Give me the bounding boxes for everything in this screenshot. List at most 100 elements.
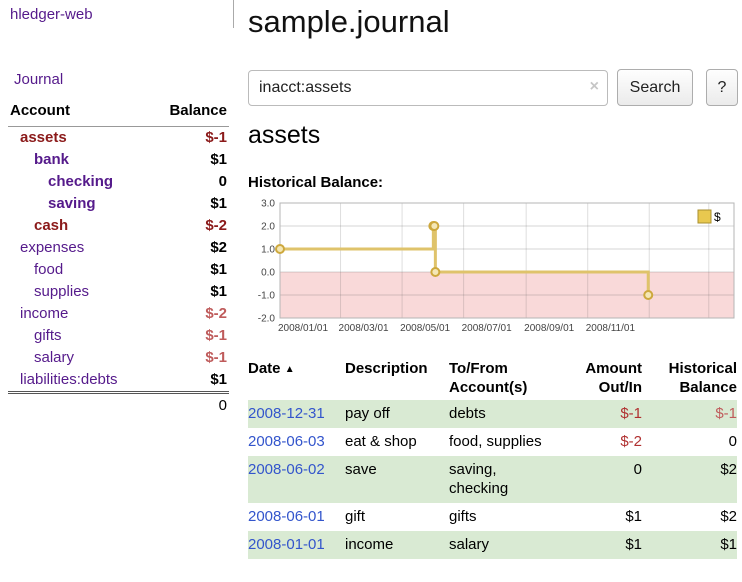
account-row-supplies: supplies $1 [8,281,229,303]
transaction-date-link[interactable]: 2008-06-03 [248,433,325,450]
search-button[interactable]: Search [617,69,693,106]
column-header-date-label: Date [248,360,281,377]
transaction-accounts: food, supplies [449,428,554,456]
transaction-row: 2008-12-31 pay off debts $-1 $-1 [248,400,737,428]
nav-journal-link[interactable]: Journal [14,71,63,88]
account-link-gifts[interactable]: gifts [34,327,62,344]
top-divider [233,0,234,28]
column-header-date[interactable]: Date ▲ [248,358,345,400]
svg-text:0.0: 0.0 [261,268,275,279]
clear-search-icon[interactable]: × [590,79,599,95]
svg-text:2008/07/01: 2008/07/01 [462,323,512,334]
balance-chart-svg: 3.0 2.0 1.0 0.0 -1.0 -2.02008/01/01 2008/03/01… [246,197,738,337]
account-row-checking: checking 0 [8,171,229,193]
account-link-saving[interactable]: saving [48,195,96,212]
account-balance: $1 [150,193,230,215]
account-link-food[interactable]: food [34,261,63,278]
account-row-food: food $1 [8,259,229,281]
account-row-gifts: gifts $-1 [8,325,229,347]
account-row-salary: salary $-1 [8,347,229,369]
account-row-expenses: expenses $2 [8,237,229,259]
account-link-supplies[interactable]: supplies [34,283,89,300]
account-balance: $1 [150,281,230,303]
balance-chart: 3.0 2.0 1.0 0.0 -1.0 -2.02008/01/01 2008/03/01… [246,197,738,337]
account-heading: assets [248,121,320,150]
search-bar: × Search ? [248,69,738,106]
transaction-row: 2008-06-02 save saving, checking 0 $2 [248,456,737,503]
help-button[interactable]: ? [706,69,738,106]
transaction-amount: $-1 [554,400,642,428]
svg-text:-2.0: -2.0 [258,314,276,325]
search-box: × [248,70,608,106]
account-balance: $-2 [150,215,230,237]
transaction-description: pay off [345,400,449,428]
svg-text:2008/05/01: 2008/05/01 [400,323,450,334]
transaction-date-link[interactable]: 2008-06-02 [248,461,325,478]
svg-text:3.0: 3.0 [261,199,275,210]
transaction-balance: 0 [642,428,737,456]
transaction-description: save [345,456,449,503]
account-link-checking[interactable]: checking [48,173,113,190]
page-title: sample.journal [248,4,450,40]
transaction-balance: $2 [642,456,737,503]
column-header-amount[interactable]: Amount Out/In [554,358,642,400]
account-row-liabilities-debts: liabilities:debts $1 [8,369,229,393]
svg-text:2008/03/01: 2008/03/01 [339,323,389,334]
transaction-amount: $1 [554,531,642,559]
transaction-balance: $-1 [642,400,737,428]
transaction-description: eat & shop [345,428,449,456]
transaction-amount: 0 [554,456,642,503]
accounts-header-balance: Balance [150,100,230,127]
account-balance: 0 [150,171,230,193]
transaction-balance: $2 [642,503,737,531]
transaction-description: income [345,531,449,559]
account-link-assets[interactable]: assets [20,129,67,146]
accounts-total-value: 0 [150,393,230,418]
account-row-cash: cash $-2 [8,215,229,237]
svg-text:1.0: 1.0 [261,245,275,256]
register-header-row: Date ▲ Description To/From Account(s) Am… [248,358,737,400]
svg-text:2008/01/01: 2008/01/01 [278,323,328,334]
account-link-cash[interactable]: cash [34,217,68,234]
account-row-saving: saving $1 [8,193,229,215]
svg-text:-1.0: -1.0 [258,291,276,302]
sort-ascending-icon: ▲ [285,364,295,375]
svg-text:2.0: 2.0 [261,222,275,233]
account-row-assets: assets $-1 [8,127,229,150]
account-link-expenses[interactable]: expenses [20,239,84,256]
account-balance: $-1 [150,347,230,369]
column-header-balance[interactable]: Historical Balance [642,358,737,400]
account-row-income: income $-2 [8,303,229,325]
svg-text:2008/11/01: 2008/11/01 [586,323,636,334]
accounts-header-account: Account [8,100,150,127]
transaction-date-link[interactable]: 2008-01-01 [248,536,325,553]
account-link-salary[interactable]: salary [34,349,74,366]
account-link-income[interactable]: income [20,305,68,322]
transaction-date-link[interactable]: 2008-06-01 [248,508,325,525]
account-balance: $1 [150,259,230,281]
transaction-description: gift [345,503,449,531]
transaction-row: 2008-06-01 gift gifts $1 $2 [248,503,737,531]
search-input[interactable] [248,70,608,106]
transaction-date-link[interactable]: 2008-12-31 [248,405,325,422]
transaction-accounts: debts [449,400,554,428]
account-balance: $-2 [150,303,230,325]
app-brand-link[interactable]: hledger-web [10,6,93,23]
svg-text:2008/09/01: 2008/09/01 [524,323,574,334]
account-balance: $1 [150,369,230,393]
chart-title: Historical Balance: [248,174,383,191]
transaction-balance: $1 [642,531,737,559]
accounts-header-row: Account Balance [8,100,229,127]
account-link-liabilities-debts[interactable]: liabilities:debts [20,371,118,388]
column-header-accounts[interactable]: To/From Account(s) [449,358,554,400]
transaction-accounts: gifts [449,503,554,531]
transaction-accounts: salary [449,531,554,559]
account-link-bank[interactable]: bank [34,151,69,168]
accounts-total-row: 0 [8,393,229,418]
transaction-amount: $1 [554,503,642,531]
register-table: Date ▲ Description To/From Account(s) Am… [248,358,737,559]
column-header-description[interactable]: Description [345,358,449,400]
transaction-amount: $-2 [554,428,642,456]
svg-text:$: $ [714,210,721,224]
account-balance: $-1 [150,325,230,347]
